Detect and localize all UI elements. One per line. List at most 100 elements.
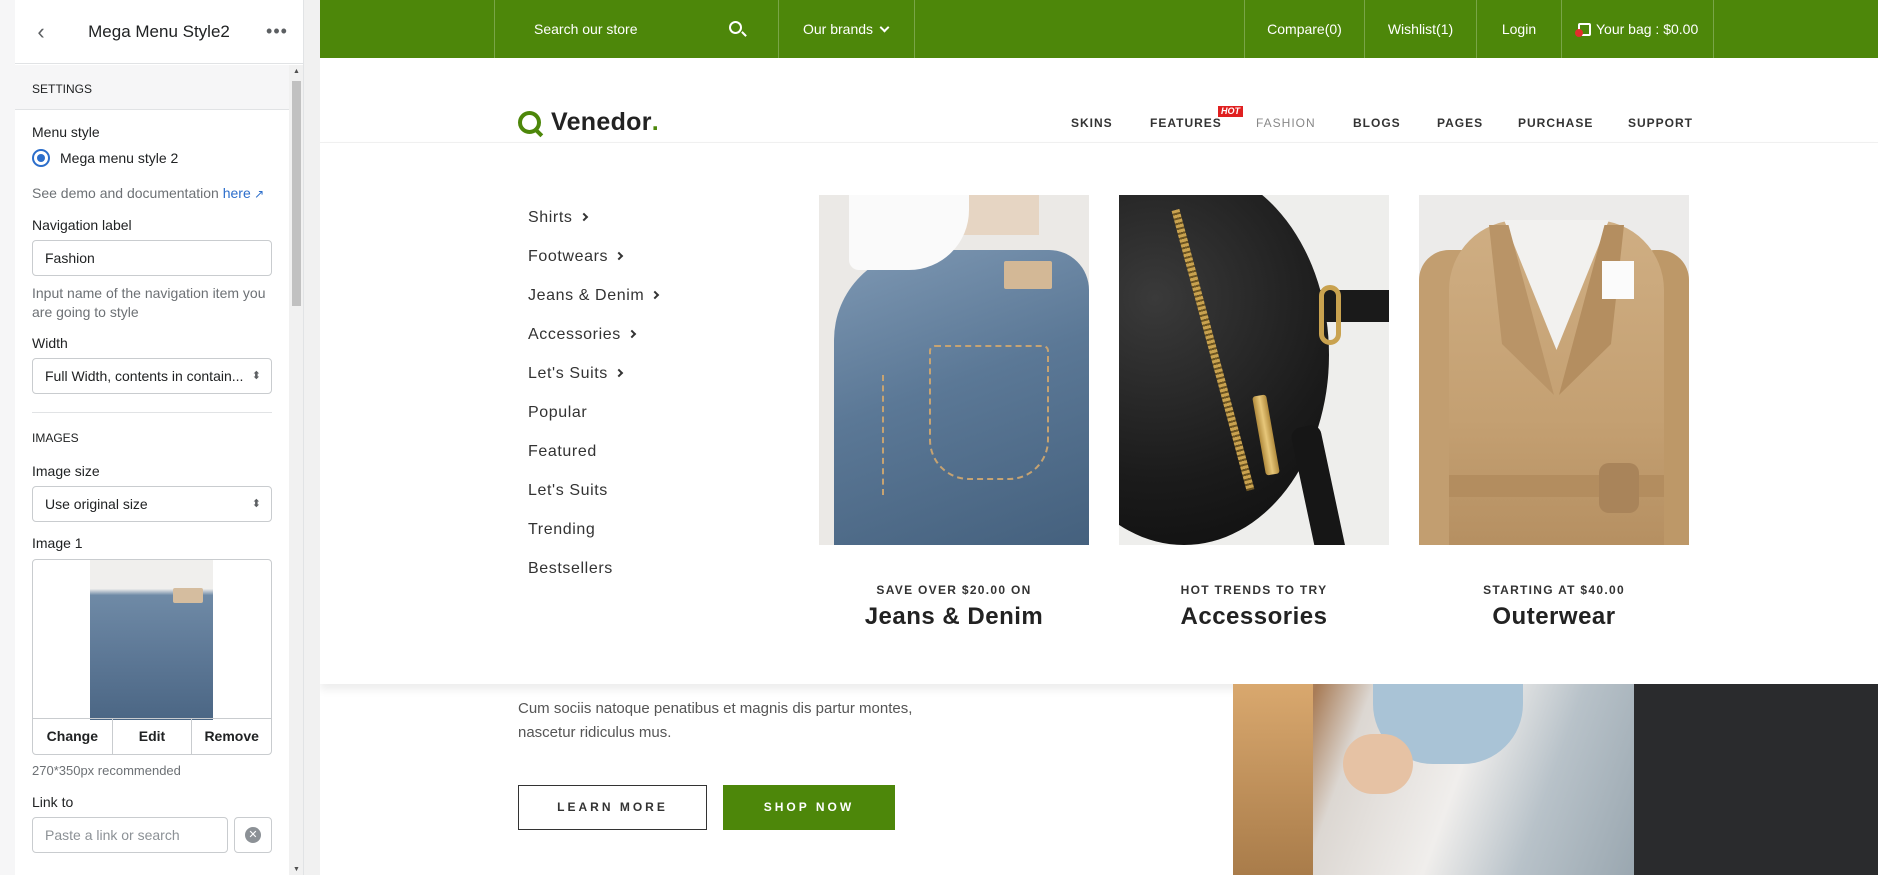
brands-dropdown[interactable]: Our brands (778, 0, 915, 58)
store-preview: Search our store Our brands Compare(0) W… (320, 0, 1878, 875)
promo-outerwear[interactable]: STARTING AT $40.00 Outerwear (1419, 195, 1689, 631)
mega-link-trending[interactable]: Trending (528, 517, 658, 556)
nav-item-purchase[interactable]: PURCHASE (1518, 116, 1593, 130)
left-edge-strip (0, 0, 15, 875)
image1-thumbnail (90, 560, 213, 720)
shop-now-button[interactable]: SHOP NOW (723, 785, 895, 830)
nav-item-fashion[interactable]: FASHION (1256, 116, 1316, 130)
link-row: Paste a link or search ✕ (32, 817, 272, 853)
clear-icon: ✕ (245, 827, 261, 843)
mega-link-label: Let's Suits (528, 365, 608, 382)
promo-title[interactable]: Accessories (1119, 603, 1389, 631)
promo-title[interactable]: Jeans & Denim (819, 603, 1089, 631)
jeans-image[interactable] (819, 195, 1089, 545)
bag-icon (1575, 23, 1591, 37)
mega-link-popular[interactable]: Popular (528, 400, 658, 439)
width-select[interactable]: Full Width, contents in contain... ⬍ (32, 358, 272, 394)
clear-link-button[interactable]: ✕ (234, 817, 272, 853)
compare-link[interactable]: Compare(0) (1244, 0, 1364, 58)
image-size-select[interactable]: Use original size ⬍ (32, 486, 272, 522)
image1-picker: Change Edit Remove (32, 559, 272, 755)
chevron-right-icon (614, 368, 624, 378)
scroll-down-icon[interactable]: ▼ (292, 866, 301, 873)
logo[interactable]: Venedor. (518, 108, 659, 137)
promo-title[interactable]: Outerwear (1419, 603, 1689, 631)
mega-link-label: Footwears (528, 248, 609, 265)
menu-style-option: Mega menu style 2 (60, 150, 179, 166)
mega-link-shirts[interactable]: Shirts (528, 205, 658, 244)
mega-link-featured[interactable]: Featured (528, 439, 658, 478)
link-to-label: Link to (32, 794, 74, 810)
chevron-right-icon (579, 212, 588, 222)
external-link-icon[interactable]: ↗ (251, 187, 264, 201)
wishlist-link[interactable]: Wishlist(1) (1364, 0, 1476, 58)
promo-jeans[interactable]: SAVE OVER $20.00 ON Jeans & Denim (819, 195, 1089, 631)
image-actions: Change Edit Remove (33, 718, 271, 754)
bag-image[interactable] (1119, 195, 1389, 545)
mega-link-footwears[interactable]: Footwears (528, 244, 658, 283)
menu-style-label: Menu style (32, 124, 100, 140)
demo-text: See demo and documentation here ↗ (32, 185, 272, 201)
mega-link-bestsellers[interactable]: Bestsellers (528, 556, 658, 595)
nav-label-label: Navigation label (32, 217, 132, 233)
promo-kicker: SAVE OVER $20.00 ON (876, 583, 1032, 597)
change-image-button[interactable]: Change (33, 719, 113, 754)
image-size-label: Image size (32, 463, 100, 479)
mega-menu: Shirts Footwears Jeans & Denim Accessori… (320, 142, 1878, 684)
menu-style-radio[interactable]: Mega menu style 2 (32, 149, 272, 167)
nav-item-features-label: FEATURES (1150, 116, 1222, 130)
nav-item-support[interactable]: SUPPORT (1628, 116, 1693, 130)
back-arrow-icon[interactable]: ‹ (29, 19, 53, 45)
image-size-value: Use original size (45, 496, 148, 512)
select-caret-icon: ⬍ (251, 370, 261, 382)
link-input[interactable]: Paste a link or search (32, 817, 228, 853)
hot-badge: hot (1218, 106, 1243, 117)
demo-link[interactable]: here (223, 185, 251, 201)
edit-image-button[interactable]: Edit (113, 719, 193, 754)
nav-item-features[interactable]: FEATURES hot (1150, 106, 1243, 130)
nav-item-pages[interactable]: PAGES (1437, 116, 1483, 130)
promo-kicker: STARTING AT $40.00 (1483, 583, 1625, 597)
main-nav: Venedor. SKINS FEATURES hot FASHION BLOGS… (320, 58, 1878, 142)
login-link[interactable]: Login (1476, 0, 1561, 58)
mega-link-accessories[interactable]: Accessories (528, 322, 658, 361)
logo-dot: . (651, 108, 659, 136)
hero-dark-panel (1634, 684, 1878, 875)
search-field[interactable]: Search our store (494, 0, 778, 58)
bag-label: Your bag : $0.00 (1596, 21, 1699, 37)
chevron-right-icon (627, 329, 637, 339)
panel-body: SETTINGS Menu style Mega menu style 2 Se… (15, 65, 289, 875)
learn-more-button[interactable]: LEARN MORE (518, 785, 707, 830)
bag-link[interactable]: Your bag : $0.00 (1561, 0, 1714, 58)
mega-link-lets-suits-2[interactable]: Let's Suits (528, 478, 658, 517)
panel-scrollbar[interactable]: ▲ ▼ (289, 65, 303, 875)
coat-image[interactable] (1419, 195, 1689, 545)
nav-label-input[interactable]: Fashion (32, 240, 272, 276)
mega-link-lets-suits[interactable]: Let's Suits (528, 361, 658, 400)
nav-item-blogs[interactable]: BLOGS (1353, 116, 1401, 130)
nav-item-skins[interactable]: SKINS (1071, 116, 1113, 130)
image1-label: Image 1 (32, 535, 83, 551)
chevron-right-icon (614, 251, 624, 261)
mega-link-label: Accessories (528, 326, 621, 343)
image-recommend-text: 270*350px recommended (32, 763, 181, 778)
mega-link-jeans-denim[interactable]: Jeans & Denim (528, 283, 660, 322)
nav-label-help: Input name of the navigation item you ar… (32, 285, 266, 320)
promo-accessories[interactable]: HOT TRENDS TO TRY Accessories (1119, 195, 1389, 631)
chevron-right-icon (651, 290, 660, 300)
chevron-down-icon (879, 22, 890, 33)
scroll-up-icon[interactable]: ▲ (292, 68, 301, 75)
more-options-icon[interactable]: ••• (265, 21, 289, 42)
search-placeholder: Search our store (534, 21, 638, 37)
remove-image-button[interactable]: Remove (192, 719, 271, 754)
search-icon[interactable] (729, 21, 742, 34)
logo-text: Venedor (551, 108, 652, 136)
width-select-value: Full Width, contents in contain... (45, 368, 244, 384)
bag-count-dot (1575, 29, 1583, 37)
images-heading: IMAGES (32, 431, 79, 445)
scrollbar-thumb[interactable] (292, 81, 301, 306)
radio-selected-icon[interactable] (32, 149, 50, 167)
panel-header: ‹ Mega Menu Style2 ••• (15, 0, 303, 64)
hero-text: Cum sociis natoque penatibus et magnis d… (518, 700, 913, 741)
width-label: Width (32, 335, 68, 351)
